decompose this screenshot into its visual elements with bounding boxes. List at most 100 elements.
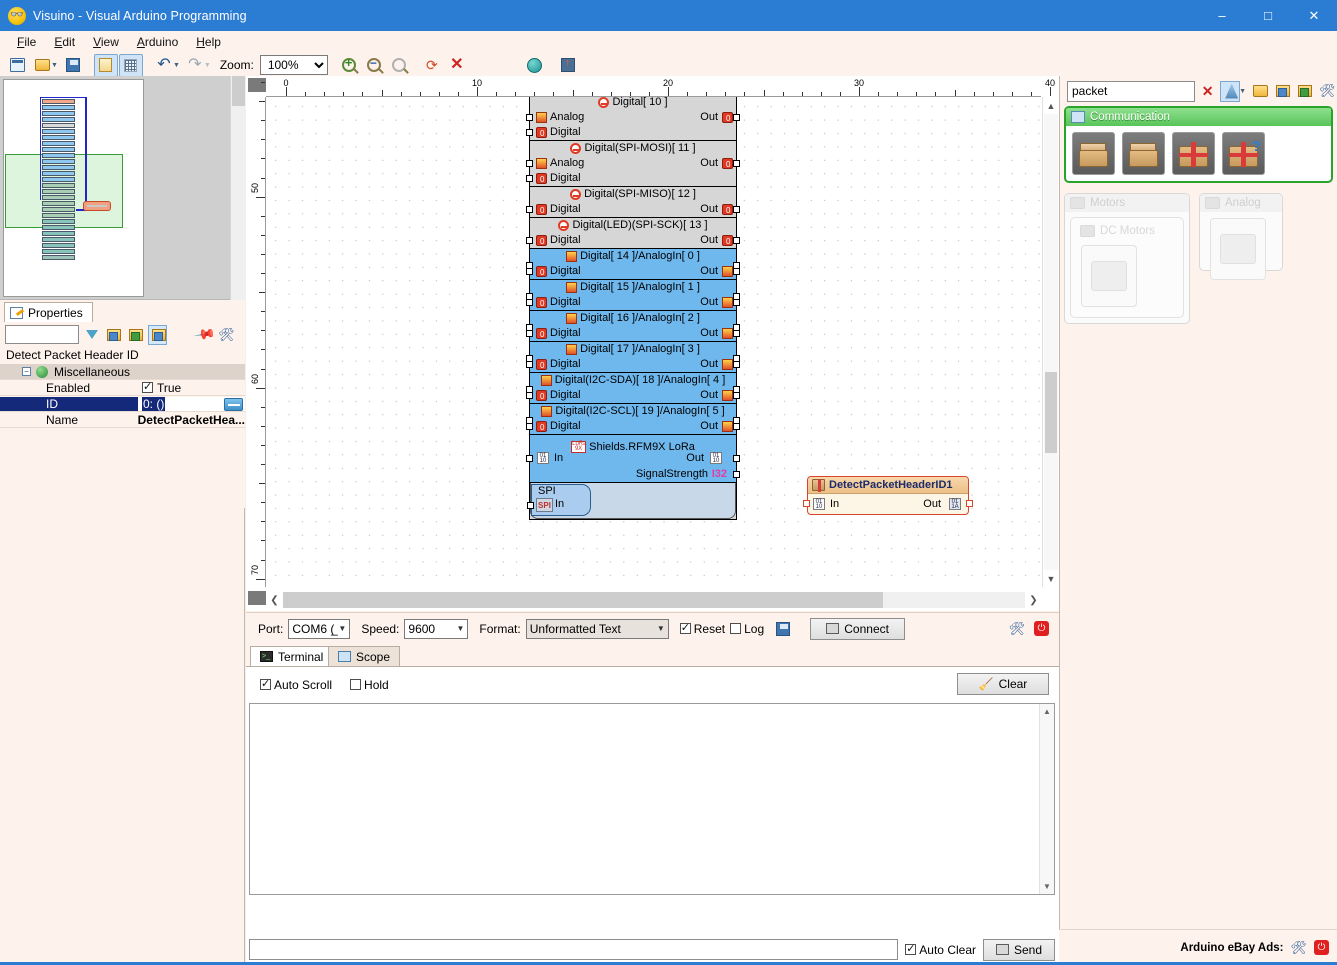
vscroll-thumb[interactable] — [1045, 372, 1057, 453]
diagram-canvas[interactable]: AnalogOutDigitalDigital[ 10 ]AnalogOutDi… — [267, 97, 1041, 587]
pin-connector-left[interactable] — [526, 268, 533, 275]
pin-connector-left[interactable] — [526, 237, 533, 244]
selection-handle[interactable] — [526, 417, 533, 424]
reset-checkbox-wrap[interactable]: Reset — [680, 622, 725, 636]
pin-connector-left[interactable] — [526, 299, 533, 306]
terminal-output[interactable]: ▲ ▼ — [249, 703, 1055, 895]
analog-group-header[interactable]: Analog — [1200, 194, 1282, 212]
lora-signal-connector[interactable] — [733, 471, 740, 478]
pin-panel-button[interactable]: 📌 — [195, 325, 214, 344]
palette-group-communication[interactable]: Communication ↘ ↗ — [1064, 106, 1333, 183]
send-input[interactable] — [249, 939, 898, 960]
collapse-categories-button[interactable] — [126, 325, 145, 344]
board-pin-block[interactable]: Digital(LED)(SPI-SCK)[ 13 ]DigitalOut — [530, 218, 736, 249]
pin-connector-left[interactable] — [526, 330, 533, 337]
selection-handle[interactable] — [526, 324, 533, 331]
close-button[interactable]: ✕ — [1291, 0, 1337, 31]
pin-connector-right[interactable] — [733, 361, 740, 368]
board-pin-block[interactable]: Digital[ 16 ]/AnalogIn[ 2 ]DigitalOut — [530, 311, 736, 342]
scroll-up-arrow-icon[interactable]: ▲ — [1040, 704, 1054, 719]
power-off-icon[interactable]: ⏻ — [1034, 621, 1049, 636]
wizard-button[interactable] — [1220, 81, 1240, 102]
properties-options-button[interactable]: 🛠 — [217, 325, 236, 344]
board-pin-block[interactable]: Digital(I2C-SCL)[ 19 ]/AnalogIn[ 5 ]Digi… — [530, 404, 736, 435]
pin-connector-right[interactable] — [733, 392, 740, 399]
lora-in-connector[interactable] — [526, 455, 533, 462]
menu-file[interactable]: File — [8, 33, 45, 51]
selection-handle[interactable] — [526, 386, 533, 393]
format-select[interactable]: Unformatted Text▼ — [526, 619, 669, 639]
palette-options-button[interactable]: 🛠 — [1318, 81, 1337, 102]
pin-connector-left[interactable] — [526, 392, 533, 399]
dc-motors-subgroup-header[interactable]: DC Motors — [1075, 222, 1179, 240]
collapse-expander-icon[interactable]: − — [22, 367, 31, 376]
selection-handle[interactable] — [526, 262, 533, 269]
pin-connector-right[interactable] — [733, 330, 740, 337]
serial-options-button[interactable]: 🛠 — [1005, 617, 1029, 640]
selection-handle[interactable] — [526, 293, 533, 300]
board-pin-block[interactable]: Digital[ 14 ]/AnalogIn[ 0 ]DigitalOut — [530, 249, 736, 280]
property-value-enabled[interactable]: True — [138, 381, 245, 395]
selection-handle[interactable] — [733, 386, 740, 393]
preview-scroll-thumb[interactable] — [232, 76, 245, 106]
pin-connector-left[interactable] — [526, 160, 533, 167]
menu-arduino[interactable]: Arduino — [128, 33, 187, 51]
hold-checkbox-wrap[interactable]: Hold — [350, 678, 389, 692]
collapse-all-button[interactable] — [1296, 81, 1315, 102]
board-pin-block[interactable]: Digital[ 17 ]/AnalogIn[ 3 ]DigitalOut — [530, 342, 736, 373]
board-pin-block[interactable]: Digital(I2C-SDA)[ 18 ]/AnalogIn[ 4 ]Digi… — [530, 373, 736, 404]
filter-funnel-button[interactable] — [82, 325, 101, 344]
id-editor-button[interactable] — [224, 398, 243, 411]
delete-button[interactable]: ✕ — [445, 54, 469, 77]
lora-out-connector[interactable] — [733, 455, 740, 462]
menu-view[interactable]: View — [84, 33, 128, 51]
pin-connector-right[interactable] — [733, 206, 740, 213]
pin-connector-right[interactable] — [733, 237, 740, 244]
detect-packet-header-id-component[interactable]: DetectPacketHeaderID1 0110 In Out 011A — [807, 476, 969, 515]
pin-connector-right[interactable] — [733, 299, 740, 306]
property-row-enabled[interactable]: Enabled True — [0, 380, 245, 396]
save-project-button[interactable] — [61, 54, 85, 77]
minimize-button[interactable]: – — [1199, 0, 1245, 31]
maximize-button[interactable]: □ — [1245, 0, 1291, 31]
group-by-category-button[interactable] — [148, 325, 167, 345]
auto-scroll-checkbox[interactable] — [260, 679, 271, 690]
spi-node[interactable]: SPISPIIn — [531, 484, 591, 516]
toggle-ruler-button[interactable] — [94, 54, 118, 77]
toggle-grid-button[interactable] — [119, 54, 143, 77]
tab-scope[interactable]: Scope — [328, 646, 400, 666]
pin-connector-left[interactable] — [526, 175, 533, 182]
port-select[interactable]: COM6 (̲▼ — [288, 619, 350, 639]
connect-button[interactable]: Connect — [810, 618, 905, 640]
menu-edit[interactable]: Edit — [45, 33, 84, 51]
detect-in-connector[interactable] — [803, 500, 810, 507]
zoom-in-button[interactable] — [337, 54, 361, 77]
expand-categories-button[interactable] — [104, 325, 123, 344]
property-row-id[interactable]: ID 0: () — [0, 396, 245, 412]
property-row-name[interactable]: Name DetectPacketHea... — [0, 412, 245, 428]
dc-motor-item[interactable] — [1081, 245, 1137, 307]
power-off-icon[interactable]: ⏻ — [1314, 940, 1329, 955]
selection-handle[interactable] — [733, 355, 740, 362]
auto-scroll-checkbox-wrap[interactable]: Auto Scroll — [260, 678, 332, 692]
packet-header-item[interactable] — [1172, 132, 1215, 175]
selection-handle[interactable] — [733, 417, 740, 424]
selection-handle[interactable] — [733, 293, 740, 300]
tab-properties[interactable]: Properties — [4, 302, 93, 322]
pin-connector-left[interactable] — [526, 361, 533, 368]
scroll-right-arrow-icon[interactable]: ❯ — [1025, 591, 1042, 609]
property-filter-input[interactable] — [5, 325, 79, 344]
communication-group-header[interactable]: Communication — [1066, 108, 1331, 126]
log-checkbox-wrap[interactable]: Log — [730, 622, 764, 636]
arduino-board-component[interactable]: AnalogOutDigitalDigital[ 10 ]AnalogOutDi… — [529, 97, 737, 520]
vscroll-track[interactable] — [1044, 114, 1058, 570]
preview-canvas[interactable] — [3, 79, 144, 297]
motors-group-header[interactable]: Motors — [1065, 194, 1189, 212]
new-project-button[interactable] — [5, 54, 29, 77]
chevron-down-icon[interactable]: ▼ — [51, 62, 58, 69]
auto-clear-checkbox[interactable] — [905, 944, 916, 955]
lora-shield-component[interactable]: LoRa9XShields.RFM9X LoRa0110InOut0110Sig… — [530, 435, 736, 483]
pin-connector-left[interactable] — [526, 129, 533, 136]
terminal-scrollbar[interactable]: ▲ ▼ — [1039, 704, 1054, 894]
pin-connector-left[interactable] — [526, 206, 533, 213]
